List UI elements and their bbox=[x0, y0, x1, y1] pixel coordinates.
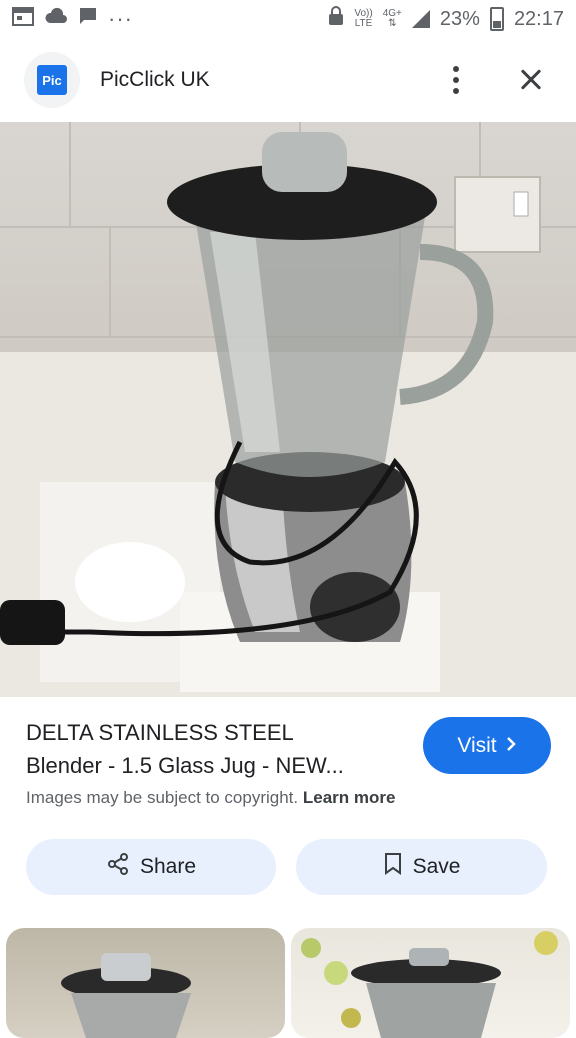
battery-percent: 23% bbox=[439, 7, 480, 30]
more-notifications: ··· bbox=[108, 6, 133, 31]
network-type-indicator: 4G+ ⇅ bbox=[383, 9, 402, 29]
site-name[interactable]: PicClick UK bbox=[100, 68, 436, 92]
related-image-thumbnail[interactable] bbox=[291, 928, 570, 1038]
close-icon[interactable] bbox=[512, 60, 552, 100]
copyright-text: Images may be subject to copyright. bbox=[26, 788, 299, 807]
blender-photo bbox=[0, 122, 576, 697]
lock-icon bbox=[328, 6, 344, 32]
data-arrows-icon: ⇅ bbox=[388, 18, 397, 29]
share-button[interactable]: Share bbox=[26, 839, 276, 895]
learn-more-link[interactable]: Learn more bbox=[303, 788, 396, 807]
related-image-thumbnail[interactable] bbox=[6, 928, 285, 1038]
result-title-line2: Blender - 1.5 Glass Jug - NEW... bbox=[26, 753, 344, 778]
visit-label: Visit bbox=[457, 733, 497, 757]
cloud-icon bbox=[44, 7, 68, 31]
lte-label: LTE bbox=[354, 18, 373, 29]
message-icon bbox=[78, 6, 98, 32]
site-favicon[interactable]: Pic bbox=[24, 52, 80, 108]
share-icon bbox=[106, 852, 130, 882]
more-vert-icon[interactable] bbox=[436, 60, 476, 100]
product-image[interactable] bbox=[0, 122, 576, 697]
save-label: Save bbox=[412, 855, 461, 878]
save-button[interactable]: Save bbox=[296, 839, 547, 895]
source-header: Pic PicClick UK bbox=[0, 40, 576, 120]
result-title[interactable]: DELTA STAINLESS STEEL Blender - 1.5 Glas… bbox=[26, 716, 406, 782]
result-title-line1: DELTA STAINLESS STEEL bbox=[26, 720, 294, 745]
copyright-notice: Images may be subject to copyright. Lear… bbox=[26, 788, 395, 808]
picclick-logo: Pic bbox=[37, 65, 67, 95]
chevron-right-icon bbox=[505, 734, 517, 758]
signal-icon bbox=[411, 10, 430, 28]
battery-icon bbox=[489, 7, 504, 31]
clock-time: 22:17 bbox=[513, 7, 564, 30]
status-right-icons: Vo)) LTE 4G+ ⇅ 23% 22:17 bbox=[328, 6, 564, 32]
share-label: Share bbox=[139, 855, 197, 878]
bookmark-icon bbox=[383, 852, 403, 882]
volte-indicator: Vo)) LTE bbox=[354, 9, 372, 29]
calendar-icon bbox=[12, 6, 34, 32]
visit-button[interactable]: Visit bbox=[423, 717, 551, 774]
related-blender-photo-1 bbox=[61, 953, 191, 1038]
status-bar: ··· Vo)) LTE 4G+ ⇅ 23% 22:17 bbox=[0, 0, 576, 38]
related-blender-photo-2 bbox=[301, 931, 558, 1038]
status-left-icons: ··· bbox=[12, 6, 133, 32]
